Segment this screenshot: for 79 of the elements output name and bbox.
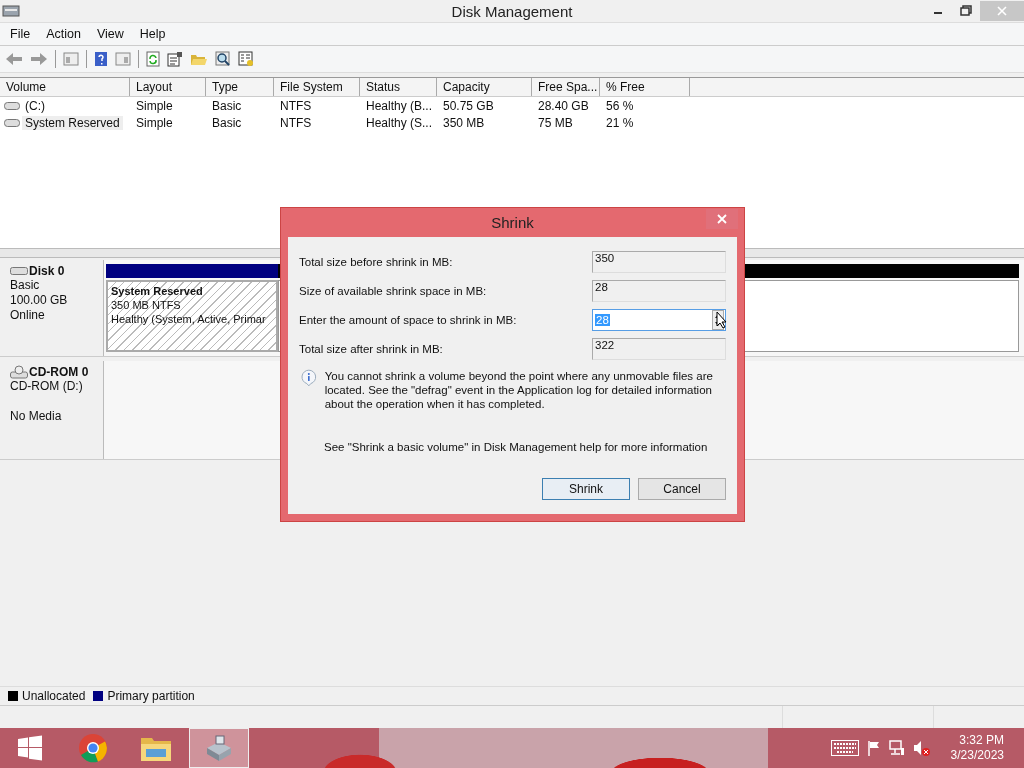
- column-header[interactable]: Volume: [0, 78, 130, 96]
- disk-type: Basic: [10, 278, 41, 293]
- table-cell-text: 350 MB: [442, 115, 486, 130]
- partition-name: System Reserved: [111, 284, 204, 298]
- dialog-button[interactable]: Shrink: [542, 478, 630, 500]
- browser-icon: [78, 733, 108, 763]
- table-cell-text: Simple: [135, 115, 174, 130]
- list-item[interactable]: (C:): [22, 98, 48, 113]
- properties-icon[interactable]: [167, 51, 183, 67]
- panel-icon[interactable]: [63, 52, 79, 66]
- partition-size: 350 MB NTFS: [111, 298, 182, 312]
- column-header[interactable]: Layout: [130, 78, 206, 96]
- table-cell-text: Simple: [135, 98, 174, 113]
- help-icon[interactable]: [94, 51, 108, 67]
- legend-label: Unallocated: [22, 689, 86, 703]
- dialog-button[interactable]: Cancel: [638, 478, 726, 500]
- magnifier-icon[interactable]: [215, 51, 231, 67]
- disk-status: Online: [10, 308, 46, 323]
- mouse-pointer-icon: [716, 311, 728, 329]
- legend-label: Primary partition: [107, 689, 195, 703]
- table-cell-text: 75 MB: [537, 115, 574, 130]
- partition-status: Healthy (System, Active, Primar: [111, 312, 267, 326]
- windows-logo-icon: [17, 735, 43, 761]
- drive-icon: [4, 101, 20, 110]
- checklist-icon[interactable]: [238, 51, 254, 67]
- menu-item[interactable]: File: [2, 25, 39, 43]
- menu-item[interactable]: Help: [131, 25, 174, 43]
- column-header[interactable]: Type: [206, 78, 274, 96]
- keyboard-icon[interactable]: [830, 740, 859, 756]
- window-title: Disk Management: [451, 2, 573, 20]
- flag-icon[interactable]: [866, 740, 881, 756]
- close-button[interactable]: [706, 209, 738, 229]
- info-icon: [301, 369, 317, 387]
- table-cell-text: Basic: [211, 115, 243, 130]
- menu-item[interactable]: View: [88, 25, 132, 43]
- menu-item[interactable]: Action: [38, 25, 89, 43]
- disk-drive-icon: [204, 734, 234, 762]
- network-icon[interactable]: [888, 740, 905, 756]
- clock[interactable]: 3:32 PM 3/23/2023: [950, 733, 1004, 763]
- table-cell-text: 28.40 GB: [537, 98, 590, 113]
- readonly-field: 28: [592, 279, 726, 302]
- column-header[interactable]: % Free: [600, 78, 690, 96]
- field-label: Total size before shrink in MB:: [299, 255, 454, 268]
- disk-type: CD-ROM (D:): [10, 379, 84, 394]
- field-label: Enter the amount of space to shrink in MB:: [299, 313, 518, 326]
- table-cell-text: 56 %: [605, 98, 635, 113]
- disk-name: CD-ROM 0: [29, 365, 89, 379]
- readonly-field: 350: [592, 250, 726, 273]
- disk-size: 100.00 GB: [10, 293, 69, 308]
- panel-icon[interactable]: [115, 52, 131, 66]
- table-cell-text: 21 %: [605, 115, 635, 130]
- column-header[interactable]: Free Spa...: [532, 78, 600, 96]
- table-cell-text: NTFS: [279, 98, 313, 113]
- table-cell-text: NTFS: [279, 115, 313, 130]
- table-cell-text: Basic: [211, 98, 243, 113]
- muted-speaker-icon[interactable]: [912, 740, 931, 756]
- help-text: See "Shrink a basic volume" in Disk Management help for more information: [324, 441, 709, 453]
- field-label: Size of available shrink space in MB:: [299, 284, 488, 297]
- disk-status: No Media: [10, 409, 63, 424]
- column-header[interactable]: File System: [274, 78, 360, 96]
- disk-name: Disk 0: [29, 264, 65, 278]
- column-header[interactable]: Capacity: [437, 78, 532, 96]
- table-cell-text: Healthy (B...: [365, 98, 434, 113]
- partition-block[interactable]: System Reserved 350 MB NTFS Healthy (System, Active, Primar: [106, 280, 278, 352]
- back-arrow-icon[interactable]: [5, 52, 23, 66]
- list-item[interactable]: System Reserved: [22, 115, 123, 130]
- readonly-field: 322: [592, 337, 726, 360]
- table-cell-text: Healthy (S...: [365, 115, 434, 130]
- table-cell-text: 50.75 GB: [442, 98, 495, 113]
- dialog-title: Shrink: [491, 214, 534, 231]
- field-label: Total size after shrink in MB:: [299, 342, 444, 355]
- forward-arrow-icon[interactable]: [30, 52, 48, 66]
- taskbar-button[interactable]: [189, 728, 249, 768]
- refresh-icon[interactable]: [146, 51, 160, 67]
- info-message: You cannot shrink a volume beyond the point where any unmovable files are located. See the "defrag" event in the Application log for detailed information about the operation when it has completed.: [324, 369, 714, 411]
- drive-icon: [10, 267, 28, 275]
- cd-drive-icon: [10, 365, 28, 379]
- column-header[interactable]: Status: [360, 78, 437, 96]
- drive-icon: [4, 118, 20, 127]
